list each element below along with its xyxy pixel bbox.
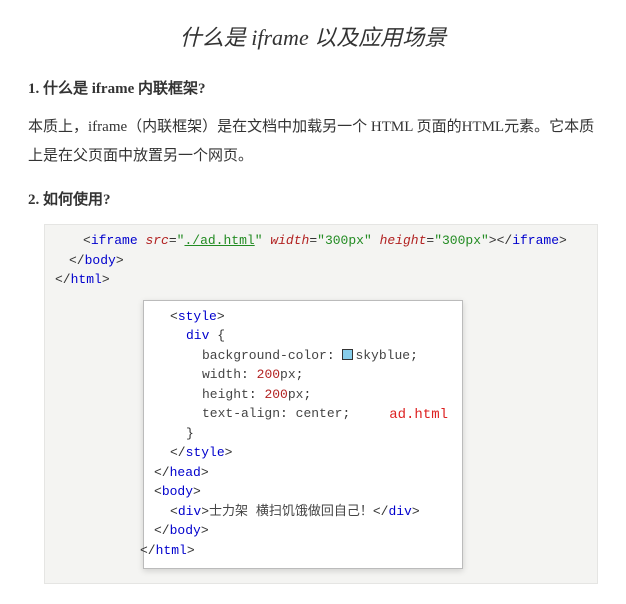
angle-bracket: > xyxy=(559,233,567,248)
width-value: "300px" xyxy=(317,233,372,248)
quote: " xyxy=(255,233,263,248)
tag-iframe: iframe xyxy=(91,233,138,248)
semicolon: ; xyxy=(296,367,304,382)
angle-bracket: > xyxy=(217,309,225,324)
css-val-width: 200 xyxy=(257,367,280,382)
tag-html: html xyxy=(156,543,187,558)
css-selector: div xyxy=(186,328,209,343)
code-line-brace-close: } xyxy=(154,424,452,444)
css-prop-textalign: text-align xyxy=(202,406,280,421)
src-value: ./ad.html xyxy=(184,233,254,248)
outer-code-block: <iframe src="./ad.html" width="300px" he… xyxy=(44,224,598,584)
semicolon: ; xyxy=(303,387,311,402)
inner-file-label: ad.html xyxy=(389,405,448,426)
brace: } xyxy=(186,426,194,441)
css-prop-bg: background-color xyxy=(202,348,327,363)
angle-bracket: > xyxy=(201,465,209,480)
semicolon: ; xyxy=(410,348,418,363)
angle-bracket: > xyxy=(201,523,209,538)
tag-iframe-close: iframe xyxy=(512,233,559,248)
heading-1: 1. 什么是 iframe 内联框架? xyxy=(28,77,598,101)
tag-body: body xyxy=(162,484,193,499)
inner-code-block: ad.html <style> div { background-color: … xyxy=(143,300,463,570)
code-line-body-open: <body> xyxy=(154,482,452,502)
attr-src: src xyxy=(145,233,168,248)
angle-bracket: > xyxy=(116,253,124,268)
code-line-head-close: </head> xyxy=(154,463,452,483)
angle-bracket: </ xyxy=(170,445,186,460)
semicolon: ; xyxy=(342,406,350,421)
code-line-body-close-inner: </body> xyxy=(154,521,452,541)
angle-bracket: > xyxy=(102,272,110,287)
angle-bracket: > xyxy=(187,543,195,558)
tag-div: div xyxy=(388,504,411,519)
css-prop-height: height xyxy=(202,387,249,402)
code-line-html-close: </html> xyxy=(55,270,587,290)
tag-body: body xyxy=(85,253,116,268)
angle-bracket: < xyxy=(170,504,178,519)
code-line-height: height: 200px; xyxy=(154,385,452,405)
heading-2: 2. 如何使用? xyxy=(28,188,598,212)
angle-bracket: </ xyxy=(69,253,85,268)
tag-body: body xyxy=(170,523,201,538)
angle-bracket: > xyxy=(201,504,209,519)
code-line-html-close-inner: </html> xyxy=(140,541,452,561)
angle-bracket: </ xyxy=(154,465,170,480)
angle-bracket: </ xyxy=(55,272,71,287)
code-line-style-open: <style> xyxy=(154,307,452,327)
colon: : xyxy=(249,387,257,402)
css-val-center: center xyxy=(296,406,343,421)
css-prop-width: width xyxy=(202,367,241,382)
angle-bracket: </ xyxy=(373,504,389,519)
code-line-div: <div>士力架 横扫饥饿做回自己！</div> xyxy=(154,502,452,522)
attr-width: width xyxy=(270,233,309,248)
tag-style: style xyxy=(186,445,225,460)
code-line-style-close: </style> xyxy=(154,443,452,463)
tag-div: div xyxy=(178,504,201,519)
css-val-height: 200 xyxy=(264,387,287,402)
angle-bracket: > xyxy=(412,504,420,519)
angle-bracket: </ xyxy=(154,523,170,538)
page-title: 什么是 iframe 以及应用场景 xyxy=(28,20,598,55)
code-line-width: width: 200px; xyxy=(154,365,452,385)
equals: = xyxy=(169,233,177,248)
tag-html: html xyxy=(71,272,102,287)
colon: : xyxy=(327,348,335,363)
attr-height: height xyxy=(380,233,427,248)
css-val-skyblue: skyblue xyxy=(355,348,410,363)
angle-bracket: > xyxy=(193,484,201,499)
colon: : xyxy=(280,406,288,421)
iframe-close-start: ></ xyxy=(489,233,512,248)
height-value: "300px" xyxy=(434,233,489,248)
code-line-iframe: <iframe src="./ad.html" width="300px" he… xyxy=(55,231,587,251)
tag-style: style xyxy=(178,309,217,324)
angle-bracket: > xyxy=(225,445,233,460)
angle-bracket: < xyxy=(170,309,178,324)
angle-bracket: < xyxy=(154,484,162,499)
unit-px: px xyxy=(280,367,296,382)
div-text-content: 士力架 横扫饥饿做回自己！ xyxy=(209,504,373,519)
angle-bracket: </ xyxy=(140,543,156,558)
tag-head: head xyxy=(170,465,201,480)
color-swatch-icon xyxy=(342,349,353,360)
equals: = xyxy=(309,233,317,248)
angle-bracket: < xyxy=(83,233,91,248)
colon: : xyxy=(241,367,249,382)
code-line-bg: background-color: skyblue; xyxy=(154,346,452,366)
brace: { xyxy=(217,328,225,343)
code-line-body-close: </body> xyxy=(55,251,587,271)
code-line-selector: div { xyxy=(154,326,452,346)
unit-px: px xyxy=(288,387,304,402)
paragraph-1: 本质上，iframe（内联框架）是在文档中加载另一个 HTML 页面的HTML元… xyxy=(28,113,598,170)
